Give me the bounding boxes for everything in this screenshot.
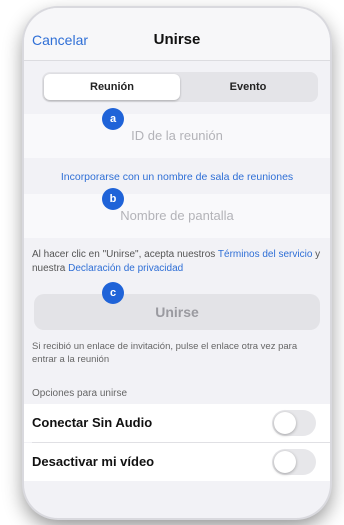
page-title: Unirse [153, 31, 201, 48]
toggle-knob [274, 451, 296, 473]
option-turn-off-video: Desactivar mi vídeo [24, 443, 330, 481]
video-off-toggle[interactable] [272, 449, 316, 475]
terms-notice: Al hacer clic en "Unirse", acepta nuestr… [32, 248, 322, 276]
segment-meeting[interactable]: Reunión [44, 74, 180, 100]
option-connect-without-audio: Conectar Sin Audio [24, 404, 330, 442]
option-label: Conectar Sin Audio [32, 415, 153, 430]
terms-of-service-link[interactable]: Términos del servicio [218, 249, 312, 260]
meeting-id-placeholder: ID de la reunión [131, 128, 223, 143]
callout-marker-a: a [102, 108, 124, 130]
join-options-header: Opciones para unirse [32, 388, 128, 399]
privacy-policy-link[interactable]: Declaración de privacidad [68, 263, 183, 274]
join-button-label: Unirse [155, 304, 199, 320]
invite-link-hint: Si recibió un enlace de invitación, puls… [32, 341, 298, 365]
toggle-knob [274, 412, 296, 434]
display-name-placeholder: Nombre de pantalla [120, 208, 234, 223]
phone-screen: Cancelar Unirse Reunión Evento ID de la … [24, 8, 330, 518]
join-button[interactable]: Unirse [34, 294, 320, 330]
meeting-type-segmented-control: Reunión Evento [42, 72, 318, 102]
terms-prefix: Al hacer clic en "Unirse", acepta nuestr… [32, 249, 218, 260]
segment-event[interactable]: Evento [180, 74, 316, 100]
meeting-id-field[interactable]: ID de la reunión [24, 114, 330, 158]
callout-marker-c: c [102, 282, 124, 304]
navigation-bar: Cancelar Unirse [24, 8, 330, 61]
callout-marker-b: b [102, 188, 124, 210]
join-with-room-name-link[interactable]: Incorporarse con un nombre de sala de re… [24, 171, 330, 183]
no-audio-toggle[interactable] [272, 410, 316, 436]
option-label: Desactivar mi vídeo [32, 454, 155, 469]
display-name-field[interactable]: Nombre de pantalla [24, 194, 330, 238]
